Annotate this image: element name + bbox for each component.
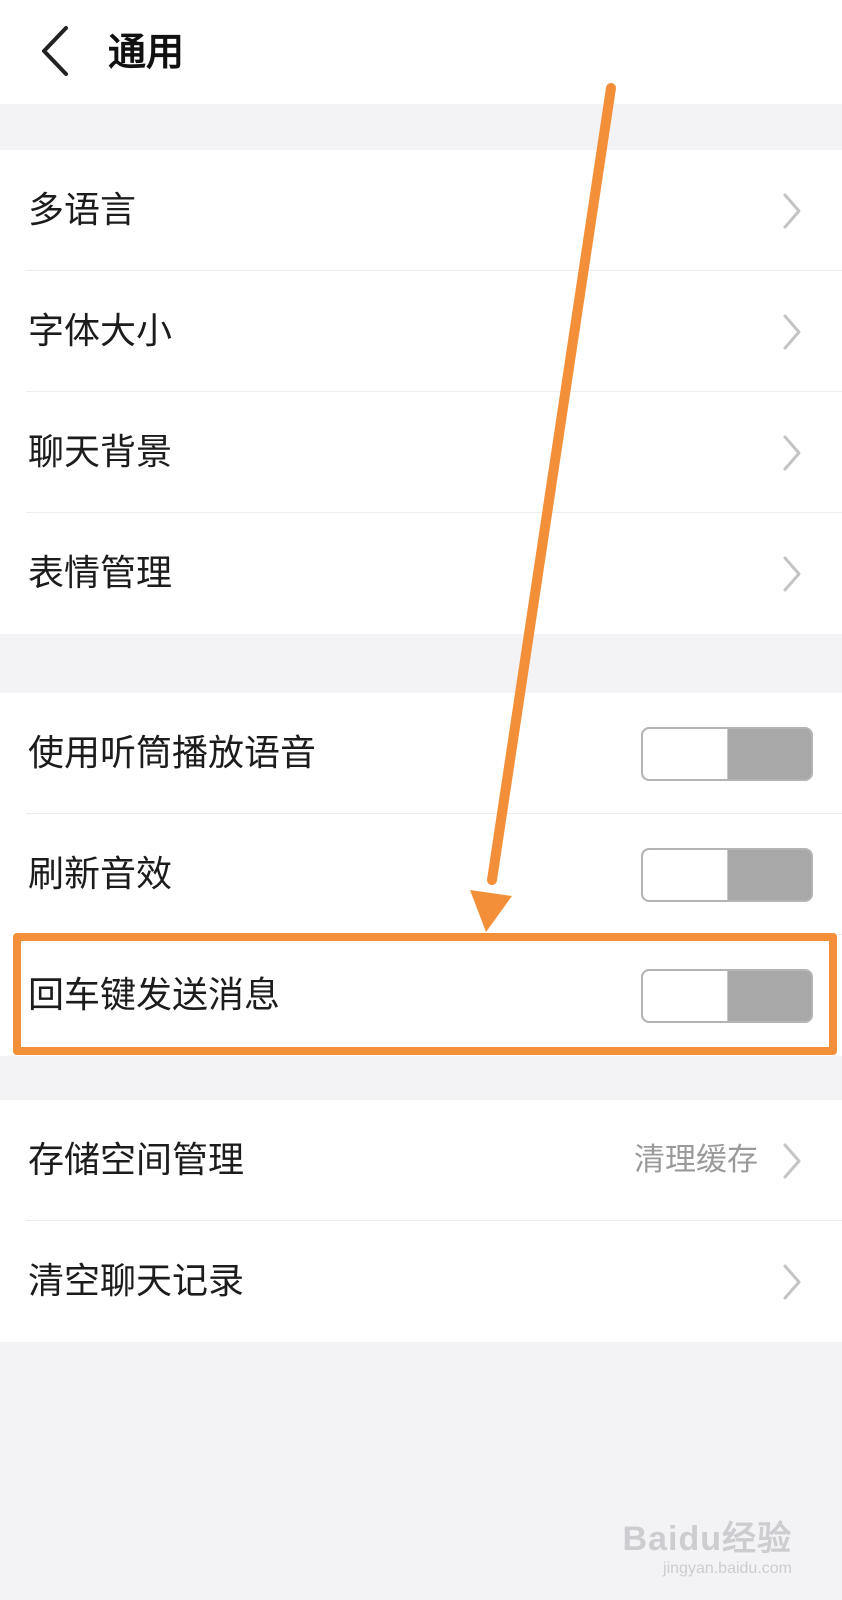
settings-item-label: 回车键发送消息: [28, 975, 281, 1016]
header-bar: 通用: [0, 0, 842, 104]
earpiece-playback-toggle[interactable]: [641, 727, 813, 781]
settings-item-label: 聊天背景: [28, 432, 173, 473]
refresh-sound-toggle[interactable]: [641, 848, 813, 902]
settings-group-toggles: 使用听筒播放语音 刷新音效 回车键发送消息: [0, 693, 842, 1056]
settings-item-label: 表情管理: [28, 553, 173, 594]
settings-item-clear-chat-history[interactable]: 清空聊天记录: [0, 1221, 842, 1342]
settings-item-label: 存储空间管理: [28, 1140, 245, 1181]
settings-item-earpiece-playback: 使用听筒播放语音: [0, 693, 842, 814]
settings-item-label: 字体大小: [28, 311, 173, 352]
settings-item-label: 刷新音效: [28, 854, 173, 895]
settings-item-enter-to-send: 回车键发送消息: [0, 935, 842, 1056]
chevron-right-icon: [783, 556, 801, 592]
settings-item-refresh-sound: 刷新音效: [0, 814, 842, 935]
watermark-url: jingyan.baidu.com: [663, 1560, 792, 1577]
watermark-logo: Baidu经验: [622, 1520, 792, 1558]
settings-item-label: 多语言: [28, 190, 137, 231]
settings-item-font-size[interactable]: 字体大小: [0, 271, 842, 392]
clear-cache-value: 清理缓存: [634, 1142, 758, 1178]
settings-group-general: 多语言 字体大小 聊天背景 表情管理: [0, 150, 842, 634]
toggle-knob: [643, 850, 728, 900]
enter-to-send-toggle[interactable]: [641, 969, 813, 1023]
settings-item-label: 使用听筒播放语音: [28, 733, 317, 774]
page-title: 通用: [108, 30, 185, 74]
chevron-right-icon: [783, 314, 801, 350]
chevron-right-icon: [783, 435, 801, 471]
chevron-left-icon[interactable]: [36, 22, 76, 80]
settings-item-language[interactable]: 多语言: [0, 150, 842, 271]
chevron-right-icon: [783, 1143, 801, 1179]
settings-item-chat-background[interactable]: 聊天背景: [0, 392, 842, 513]
watermark: Baidu经验 jingyan.baidu.com: [623, 1511, 792, 1578]
toggle-knob: [643, 729, 728, 779]
chevron-right-icon: [783, 1264, 801, 1300]
settings-group-storage: 存储空间管理 清理缓存 清空聊天记录: [0, 1100, 842, 1342]
settings-item-storage-management[interactable]: 存储空间管理 清理缓存: [0, 1100, 842, 1221]
toggle-knob: [643, 971, 728, 1021]
settings-item-sticker-management[interactable]: 表情管理: [0, 513, 842, 634]
settings-item-label: 清空聊天记录: [28, 1261, 245, 1302]
chevron-right-icon: [783, 193, 801, 229]
